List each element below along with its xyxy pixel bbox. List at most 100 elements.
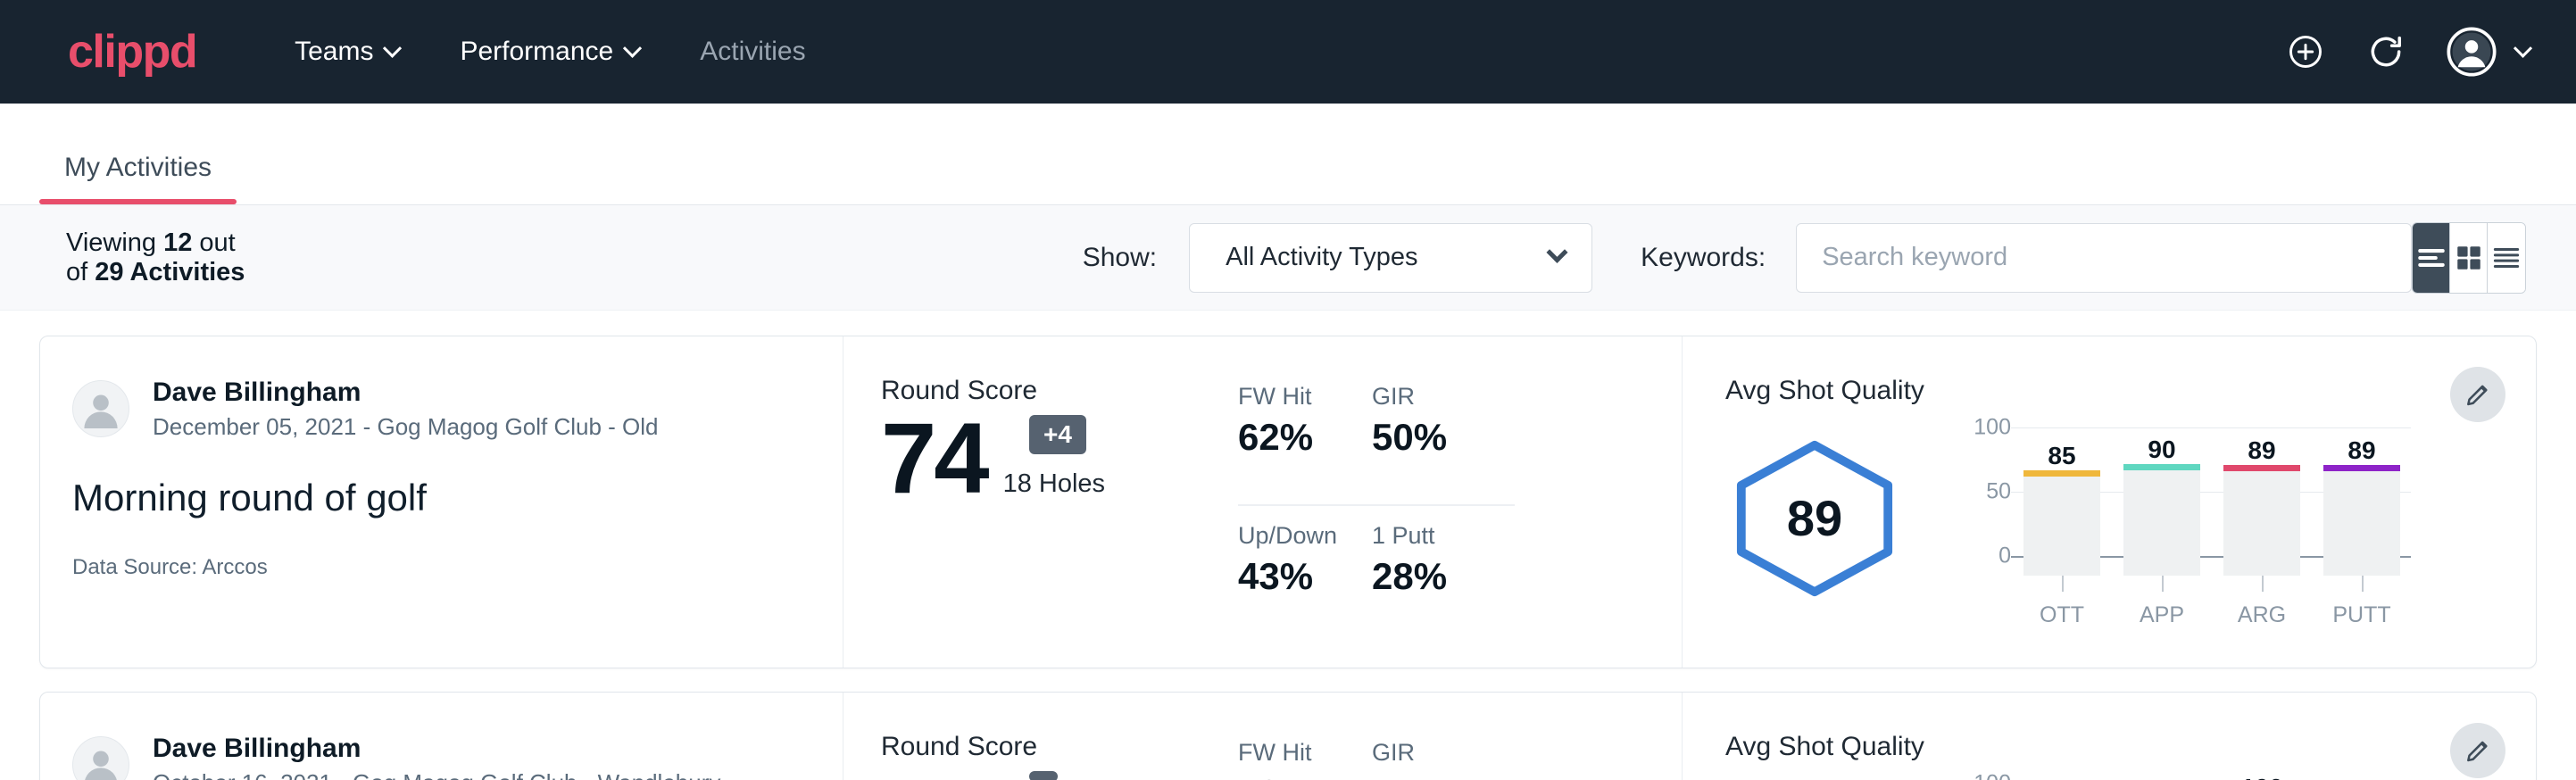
viewing-count: 12 xyxy=(163,228,192,257)
x-tick-label: PUTT xyxy=(2323,602,2400,628)
y-tick: 50 xyxy=(1986,479,2011,505)
activity-card-list: Dave Billingham December 05, 2021 - Gog … xyxy=(0,311,2576,780)
round-score-label: Round Score xyxy=(881,732,1238,762)
filter-bar: Viewing 12 out of 29 Activities Show: Al… xyxy=(0,205,2576,311)
stat-label: GIR xyxy=(1372,739,1484,767)
round-score-row xyxy=(881,768,1238,775)
chart-x-axis: OTT APP ARG PUTT xyxy=(2011,602,2400,628)
avg-shot-quality-panel: Avg Shot Quality 100 50 0 xyxy=(1683,693,2536,780)
stat-label: 1 Putt xyxy=(1372,522,1484,550)
avg-shot-quality-body: 89 100 50 0 85 xyxy=(1725,408,2429,628)
stat-one-putt: 1 Putt 28% xyxy=(1372,522,1515,629)
tab-my-activities[interactable]: My Activities xyxy=(39,153,237,204)
stat-label: GIR xyxy=(1372,383,1484,411)
avg-shot-quality-label: Avg Shot Quality xyxy=(1725,732,2429,762)
compact-view-button[interactable] xyxy=(2488,223,2525,293)
round-stats-grid: FW Hit 62% GIR 50% Up/Down 43% 1 Putt 28… xyxy=(1238,383,1515,628)
avg-shot-quality-panel: Avg Shot Quality 89 100 50 0 xyxy=(1683,336,2536,668)
nav-item-activities-label: Activities xyxy=(700,37,805,67)
round-score-block: Round Score xyxy=(881,732,1238,780)
x-tick-label: APP xyxy=(2123,602,2200,628)
shot-quality-bar-chart: 100 50 0 85 xyxy=(1961,408,2400,628)
stat-gir: GIR 50% xyxy=(1372,383,1515,506)
edit-activity-button[interactable] xyxy=(2450,723,2505,778)
x-tick-label: ARG xyxy=(2223,602,2300,628)
nav-item-teams[interactable]: Teams xyxy=(264,0,429,104)
nav-item-activities[interactable]: Activities xyxy=(669,0,835,104)
activity-author: Dave Billingham December 05, 2021 - Gog … xyxy=(72,376,843,443)
stat-value: 50% xyxy=(1372,416,1484,459)
tab-my-activities-label: My Activities xyxy=(64,153,212,182)
round-score-to-par-badge xyxy=(1029,771,1058,780)
stat-value: 43% xyxy=(1238,772,1342,780)
search-input[interactable] xyxy=(1796,223,2412,293)
show-label: Show: xyxy=(1083,243,1157,273)
stat-value: 43% xyxy=(1238,555,1342,598)
bar-rect xyxy=(2223,471,2300,576)
activity-type-select[interactable]: All Activity Types xyxy=(1189,223,1592,293)
clippd-logo[interactable]: clippd xyxy=(68,29,196,75)
stat-value: 62% xyxy=(1238,416,1342,459)
activity-card-summary: Dave Billingham October 16, 2021 - Gog M… xyxy=(40,693,843,780)
round-score-value: 74 xyxy=(881,411,987,506)
round-score-label: Round Score xyxy=(881,376,1238,406)
top-navigation-bar: clippd Teams Performance Activities xyxy=(0,0,2576,104)
bar-app: 90 xyxy=(2123,447,2200,576)
activity-card-summary: Dave Billingham December 05, 2021 - Gog … xyxy=(40,336,843,668)
avatar xyxy=(72,380,129,437)
bar-putt: 89 xyxy=(2323,447,2400,576)
stat-label: Up/Down xyxy=(1238,522,1342,550)
round-stats-grid: FW Hit 43% GIR 56% xyxy=(1238,739,1515,780)
chevron-down-icon xyxy=(623,38,642,57)
refresh-icon[interactable] xyxy=(2366,32,2406,71)
add-icon[interactable] xyxy=(2286,32,2325,71)
bar-rect xyxy=(2023,477,2100,576)
chart-y-axis: 100 50 0 xyxy=(1961,427,2011,556)
avg-shot-quality-label: Avg Shot Quality xyxy=(1725,376,2429,406)
chevron-down-icon xyxy=(2514,38,2532,57)
bar-ott: 85 xyxy=(2023,447,2100,576)
chart-plot-area: 85 90 xyxy=(2011,427,2400,576)
activity-author: Dave Billingham October 16, 2021 - Gog M… xyxy=(72,732,843,780)
y-tick: 100 xyxy=(1974,771,2011,780)
bar-value-label: 89 xyxy=(2223,436,2300,465)
activity-card[interactable]: Dave Billingham December 05, 2021 - Gog … xyxy=(39,336,2537,668)
activity-card[interactable]: Dave Billingham October 16, 2021 - Gog M… xyxy=(39,692,2537,780)
nav-item-performance-label: Performance xyxy=(460,37,613,67)
round-score-to-par-badge: +4 xyxy=(1029,415,1086,454)
bar-value-label: 89 xyxy=(2323,436,2400,465)
account-avatar[interactable] xyxy=(2447,27,2530,77)
x-tick-label: OTT xyxy=(2023,602,2100,628)
avatar xyxy=(72,736,129,780)
bar-rect xyxy=(2123,470,2200,576)
stat-value: 56% xyxy=(1372,772,1484,780)
round-holes-label: 18 Holes xyxy=(1003,469,1105,506)
keywords-label: Keywords: xyxy=(1641,243,1766,273)
bar-value-label: 90 xyxy=(2123,436,2200,464)
avg-shot-quality-body: 100 50 0 94 xyxy=(1725,764,2429,780)
avg-shot-quality-hexagon: 89 xyxy=(1725,438,1904,599)
round-score-block: Round Score 74 +4 18 Holes xyxy=(881,376,1238,628)
round-score-row: 74 +4 18 Holes xyxy=(881,411,1238,506)
edit-activity-button[interactable] xyxy=(2450,367,2505,422)
filter-controls: Show: All Activity Types Keywords: xyxy=(1083,223,2412,293)
shot-quality-bar-chart: 100 50 0 94 xyxy=(1961,764,2400,780)
activity-player-name: Dave Billingham xyxy=(153,732,720,766)
activity-card-scores: Round Score FW Hit 43% GIR 56% xyxy=(843,693,1683,780)
bar-value-label: 106 xyxy=(2223,774,2300,780)
activity-data-source: Data Source: Arccos xyxy=(72,555,843,580)
stat-fw-hit: FW Hit 62% xyxy=(1238,383,1372,506)
nav-item-performance[interactable]: Performance xyxy=(429,0,669,104)
stat-label: FW Hit xyxy=(1238,383,1342,411)
activity-title: Morning round of golf xyxy=(72,477,843,519)
stat-label: FW Hit xyxy=(1238,739,1342,767)
grid-view-button[interactable] xyxy=(2450,223,2488,293)
bar-rect xyxy=(2323,471,2400,576)
view-toggle-group xyxy=(2412,222,2526,294)
activity-card-scores: Round Score 74 +4 18 Holes FW Hit 62% GI… xyxy=(843,336,1683,668)
nav-item-teams-label: Teams xyxy=(295,37,373,67)
chevron-down-icon xyxy=(383,38,402,57)
viewing-count-text: Viewing 12 out of 29 Activities xyxy=(66,228,253,287)
list-view-button[interactable] xyxy=(2413,223,2450,293)
bar-value-label: 85 xyxy=(2023,442,2100,470)
